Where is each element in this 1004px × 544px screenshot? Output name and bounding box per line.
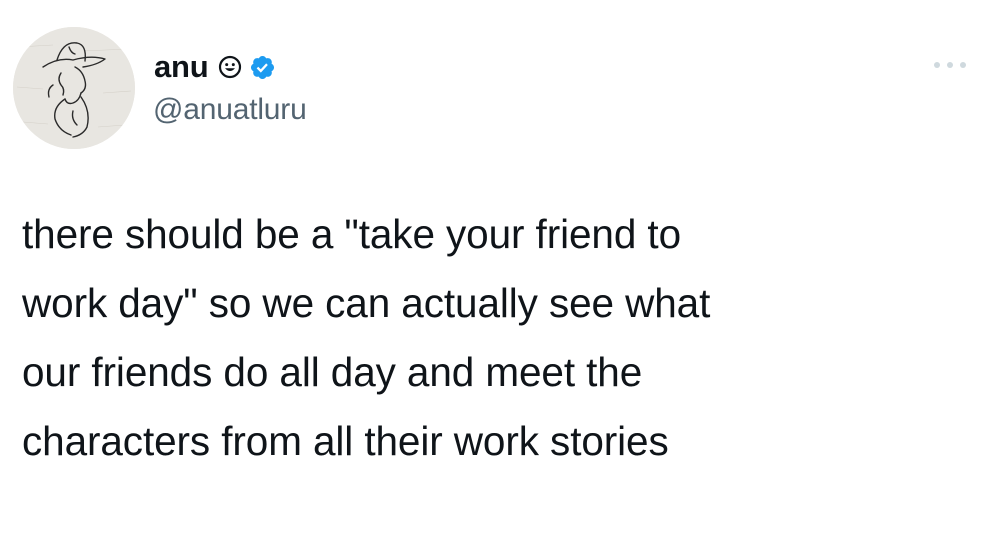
cowboy-sketch-avatar-icon	[13, 27, 135, 149]
more-horizontal-icon	[934, 62, 966, 68]
display-name[interactable]: anu	[154, 49, 209, 85]
handle[interactable]: @anuatluru	[153, 93, 307, 127]
tweet-card: anu @anuatluru there should be a "take y…	[0, 0, 1004, 544]
display-name-row: anu	[154, 49, 276, 85]
tweet-text: there should be a "take your friend to w…	[22, 211, 711, 464]
verified-badge-icon[interactable]	[249, 54, 276, 81]
avatar[interactable]	[13, 27, 135, 149]
smiling-face-icon	[218, 55, 242, 79]
more-options-button[interactable]	[930, 56, 970, 74]
